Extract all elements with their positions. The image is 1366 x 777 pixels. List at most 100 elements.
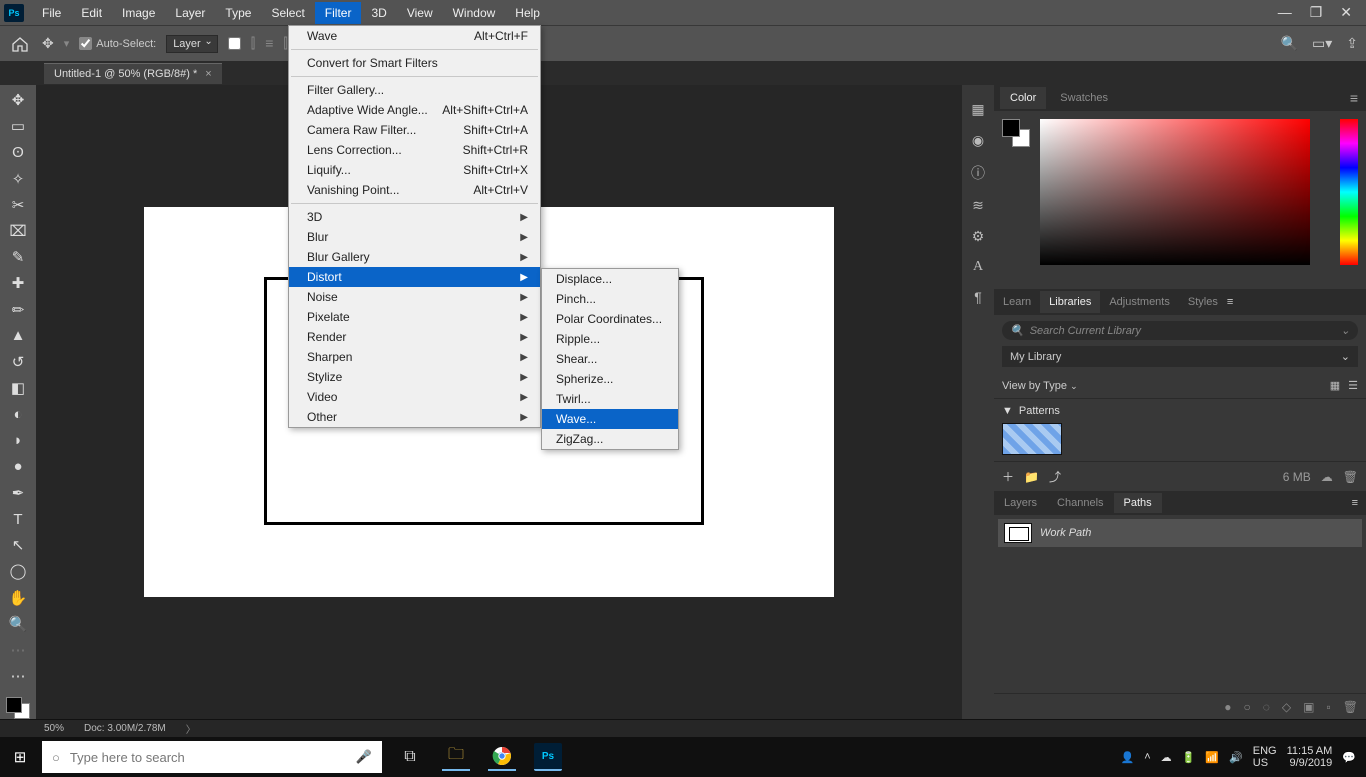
healing-tool[interactable]: ✚ [6,274,30,292]
file-explorer-icon[interactable]: 🗀 [442,743,470,771]
lasso-tool[interactable]: ʘ [6,143,30,161]
info-panel-icon[interactable]: ⓘ [971,163,985,183]
menu-item[interactable]: 3D▶ [289,207,540,227]
menu-item[interactable]: Video▶ [289,387,540,407]
move-tool-icon[interactable]: ✥ [42,35,54,52]
tab-layers[interactable]: Layers [994,493,1047,513]
cloud-icon[interactable]: ☁ [1321,470,1333,484]
wifi-icon[interactable]: 📶 [1205,751,1219,764]
menu-item[interactable]: Other▶ [289,407,540,427]
zoom-level[interactable]: 50% [44,723,64,734]
fill-path-icon[interactable]: ● [1224,700,1231,714]
type-tool[interactable]: T [6,510,30,528]
menu-item[interactable]: Distort▶ [289,267,540,287]
adjust-panel-icon[interactable]: ⚙ [972,228,985,245]
menu-item[interactable]: Vanishing Point...Alt+Ctrl+V [289,180,540,200]
menu-item[interactable]: Convert for Smart Filters [289,53,540,73]
menu-item[interactable]: Camera Raw Filter...Shift+Ctrl+A [289,120,540,140]
stroke-path-icon[interactable]: ○ [1244,700,1251,714]
minimize-button[interactable]: — [1278,4,1292,21]
history-panel-icon[interactable]: ▦ [971,101,984,118]
submenu-item[interactable]: Ripple... [542,329,678,349]
close-tab-icon[interactable]: × [205,68,211,80]
delete-path-icon[interactable]: 🗑 [1343,700,1358,714]
tab-channels[interactable]: Channels [1047,493,1113,513]
menu-edit[interactable]: Edit [71,2,112,24]
search-icon[interactable]: 🔍 [1281,35,1298,52]
character-panel-icon[interactable]: A [973,259,983,275]
brush-tool[interactable]: ✏ [6,301,30,319]
marquee-tool[interactable]: ▭ [6,117,30,135]
mic-icon[interactable]: 🎤 [356,749,372,765]
view-by-row[interactable]: View by Type ⌄ ▦☰ [994,373,1366,398]
trash-icon[interactable]: 🗑 [1343,470,1358,484]
color-fg-bg[interactable] [1002,119,1030,147]
edit-toolbar[interactable]: ⋯ [6,667,30,685]
panel-menu-icon[interactable]: ≡ [1227,296,1233,308]
menu-3d[interactable]: 3D [361,2,396,24]
document-tab[interactable]: Untitled-1 @ 50% (RGB/8#) * × [44,63,222,84]
menu-file[interactable]: File [32,2,71,24]
notifications-icon[interactable]: 💬 [1342,751,1356,764]
menu-select[interactable]: Select [261,2,314,24]
menu-item[interactable]: Lens Correction...Shift+Ctrl+R [289,140,540,160]
submenu-item[interactable]: Pinch... [542,289,678,309]
brushes-panel-icon[interactable]: ≋ [972,197,984,214]
hue-slider[interactable] [1340,119,1358,265]
new-path-icon[interactable]: ▫ [1327,700,1331,714]
menu-item[interactable]: Pixelate▶ [289,307,540,327]
menu-item[interactable]: Stylize▶ [289,367,540,387]
share-icon[interactable]: ⇪ [1346,35,1358,52]
layer-dropdown[interactable]: Layer [166,35,218,53]
upload-icon[interactable]: ⤴ [1049,468,1061,485]
tab-color[interactable]: Color [1000,87,1046,109]
submenu-item[interactable]: ZigZag... [542,429,678,449]
library-search[interactable]: 🔍 Search Current Library ⌄ [1002,321,1358,340]
menu-item[interactable]: Render▶ [289,327,540,347]
tab-libraries[interactable]: Libraries [1040,291,1100,313]
list-view-icon[interactable]: ☰ [1348,379,1358,392]
menu-view[interactable]: View [397,2,443,24]
menu-item[interactable]: Adaptive Wide Angle...Alt+Shift+Ctrl+A [289,100,540,120]
taskbar-search[interactable]: ○ Type here to search 🎤 [42,741,382,773]
menu-item[interactable]: Sharpen▶ [289,347,540,367]
load-selection-icon[interactable]: ◌ [1263,700,1270,714]
tab-adjustments[interactable]: Adjustments [1100,291,1179,313]
gradient-tool[interactable]: ◐ [6,405,30,423]
menu-item[interactable]: WaveAlt+Ctrl+F [289,26,540,46]
restore-button[interactable]: ❐ [1310,4,1323,21]
pattern-thumb[interactable] [1002,423,1062,455]
fg-bg-swatch[interactable] [6,697,30,719]
submenu-item[interactable]: Shear... [542,349,678,369]
path-select-tool[interactable]: ↖ [6,536,30,554]
menu-item[interactable]: Blur Gallery▶ [289,247,540,267]
menu-type[interactable]: Type [215,2,261,24]
menu-window[interactable]: Window [443,2,506,24]
properties-panel-icon[interactable]: ◉ [972,132,984,149]
submenu-item[interactable]: Wave... [542,409,678,429]
tab-paths[interactable]: Paths [1114,493,1162,513]
language-indicator[interactable]: ENGUS [1253,745,1277,769]
crop-tool[interactable]: ✂ [6,196,30,214]
task-view-icon[interactable]: ⧉ [396,743,424,771]
paragraph-panel-icon[interactable]: ¶ [974,289,982,305]
make-workpath-icon[interactable]: ◇ [1282,700,1291,714]
mask-icon[interactable]: ▣ [1303,700,1314,714]
menu-item[interactable]: Blur▶ [289,227,540,247]
library-dropdown[interactable]: My Library⌄ [1002,346,1358,367]
stamp-tool[interactable]: ▲ [6,327,30,345]
zoom-tool[interactable]: 🔍 [6,615,30,633]
hand-tool[interactable]: ✋ [6,589,30,607]
menu-item[interactable]: Filter Gallery... [289,80,540,100]
path-item[interactable]: Work Path [998,519,1362,547]
start-button[interactable]: ⊞ [0,748,40,766]
panel-menu-icon[interactable]: ≡ [1342,90,1366,106]
quick-select-tool[interactable]: ✧ [6,170,30,188]
menu-layer[interactable]: Layer [165,2,215,24]
grid-view-icon[interactable]: ▦ [1330,379,1340,392]
folder-icon[interactable]: 📁 [1024,470,1039,484]
chrome-icon[interactable] [488,743,516,771]
frame-tool[interactable]: ⌧ [6,222,30,240]
menu-item[interactable]: Liquify...Shift+Ctrl+X [289,160,540,180]
tab-learn[interactable]: Learn [994,291,1040,313]
